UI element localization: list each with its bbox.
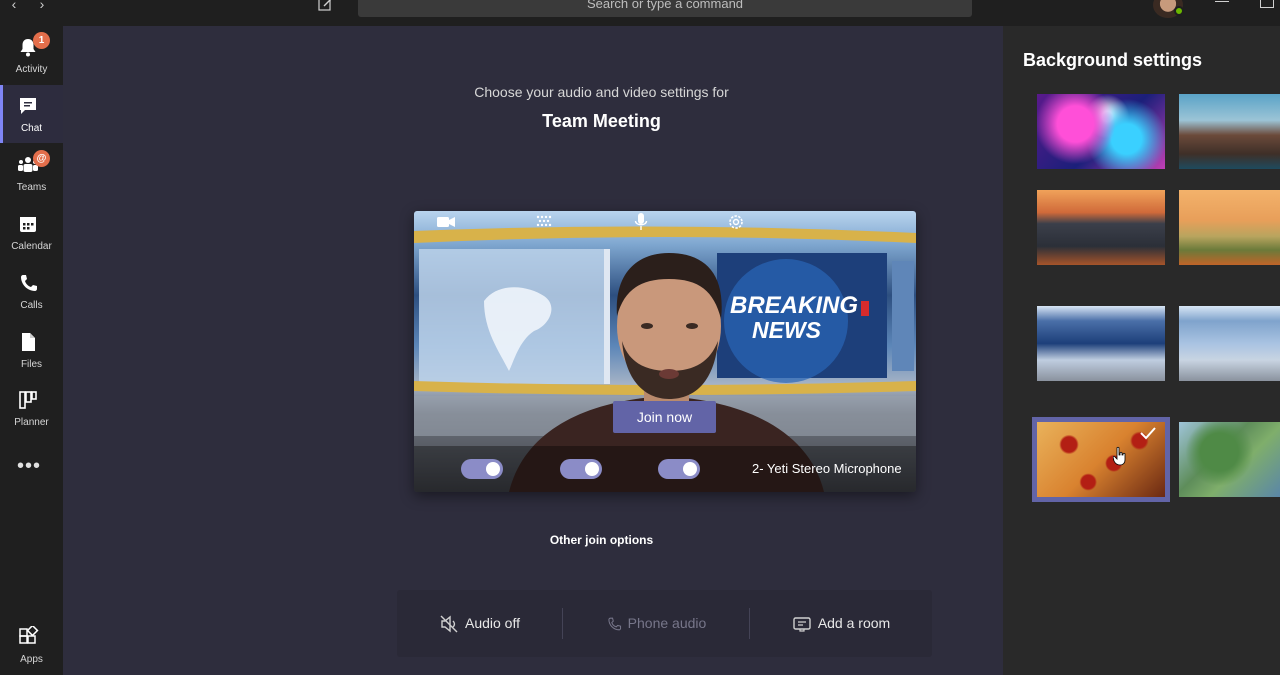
phone-icon xyxy=(21,275,37,291)
other-join-options: Audio off Phone audio Add a room xyxy=(397,590,932,657)
background-thumbnail-autumn-street[interactable] xyxy=(1037,190,1165,265)
background-thumbnail-pizza[interactable] xyxy=(1032,417,1170,502)
camera-toggle[interactable] xyxy=(461,459,503,479)
chevron-left-icon[interactable]: ‹ xyxy=(6,0,22,14)
teams-window: ‹ › Search or type a command 1 Activity xyxy=(0,0,1280,675)
background-settings-panel: Background settings xyxy=(1003,26,1280,675)
rail-label: Files xyxy=(20,359,43,370)
rail-item-teams[interactable]: @ Teams xyxy=(0,144,63,202)
phone-icon xyxy=(608,617,621,631)
audio-off-option[interactable]: Audio off xyxy=(397,590,562,657)
gear-icon[interactable] xyxy=(727,211,745,233)
chevron-right-icon[interactable]: › xyxy=(34,0,50,14)
speaker-off-icon xyxy=(440,615,458,633)
device-settings-label[interactable]: 2- Yeti Stereo Microphone xyxy=(752,461,902,476)
file-icon xyxy=(22,333,35,351)
video-preview: BREAKING NEWS Join now 2- Yeti Stereo Mi… xyxy=(414,211,916,492)
activity-badge: 1 xyxy=(33,32,50,49)
news-studio-background: BREAKING NEWS xyxy=(414,226,916,492)
rail-item-calls[interactable]: Calls xyxy=(0,262,63,320)
add-a-room-label: Add a room xyxy=(817,615,891,631)
rail-item-planner[interactable]: Planner xyxy=(0,379,63,437)
rail-item-apps[interactable]: Apps xyxy=(0,616,63,674)
background-thumbnail-coastal-cliffs[interactable] xyxy=(1179,94,1280,169)
planner-icon xyxy=(19,391,37,409)
rail-label: Teams xyxy=(16,182,47,193)
background-thumbnail-galaxy[interactable] xyxy=(1037,94,1165,169)
camera-icon xyxy=(437,217,455,227)
presence-indicator xyxy=(1174,6,1184,16)
add-a-room-option[interactable]: Add a room xyxy=(750,590,932,657)
background-blur-toggle[interactable] xyxy=(560,459,602,479)
background-blur-icon xyxy=(536,215,552,227)
minimize-icon[interactable] xyxy=(1215,0,1229,2)
calendar-icon xyxy=(20,217,36,232)
news-text: NEWS xyxy=(752,317,822,343)
rail-item-calendar[interactable]: Calendar xyxy=(0,203,63,261)
rail-label: Planner xyxy=(14,417,49,428)
compose-icon[interactable] xyxy=(318,0,334,12)
background-thumbnail-news-studio-2[interactable] xyxy=(1179,306,1280,381)
checkmark-icon xyxy=(1140,427,1156,440)
rail-label: Calls xyxy=(20,300,43,311)
rail-item-files[interactable]: Files xyxy=(0,321,63,379)
phone-audio-label: Phone audio xyxy=(627,615,707,631)
audio-off-label: Audio off xyxy=(464,615,520,631)
phone-audio-option: Phone audio xyxy=(563,590,749,657)
breaking-text: BREAKING xyxy=(730,292,858,319)
microphone-toggle[interactable] xyxy=(658,459,700,479)
more-apps-button[interactable]: ••• xyxy=(14,456,44,476)
apps-icon xyxy=(19,626,39,644)
background-thumbnail-news-studio-1[interactable] xyxy=(1037,306,1165,381)
rail-label: Activity xyxy=(15,64,48,75)
rail-item-activity[interactable]: 1 Activity xyxy=(0,26,63,84)
search-input[interactable]: Search or type a command xyxy=(358,0,972,17)
title-bar: ‹ › Search or type a command xyxy=(0,0,1280,26)
room-icon xyxy=(793,617,811,632)
hand-cursor-icon xyxy=(1113,446,1126,466)
background-thumbnail-map[interactable] xyxy=(1179,422,1280,497)
microphone-icon xyxy=(634,213,648,230)
teams-badge: @ xyxy=(33,150,50,167)
rail-label: Apps xyxy=(20,654,43,665)
rail-label: Calendar xyxy=(11,241,52,252)
background-settings-title: Background settings xyxy=(1023,50,1203,70)
maximize-icon[interactable] xyxy=(1260,0,1274,8)
join-now-button[interactable]: Join now xyxy=(613,401,716,433)
background-thumbnail-autumn-landscape[interactable] xyxy=(1179,190,1280,265)
